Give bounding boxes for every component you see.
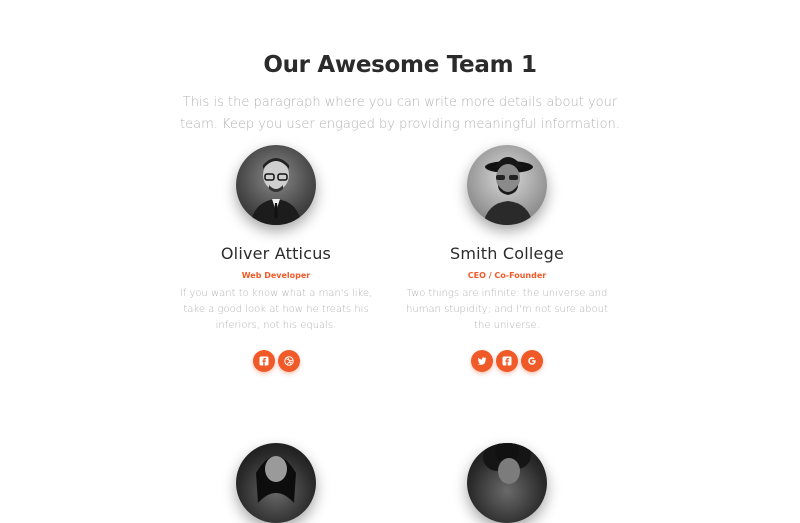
team-member-card: Oliver Atticus Web Developer If you want… <box>156 145 396 372</box>
social-links <box>387 350 627 372</box>
avatar <box>467 145 547 225</box>
avatar <box>467 443 547 523</box>
facebook-icon <box>502 356 512 366</box>
google-icon <box>528 357 536 365</box>
member-name: Smith College <box>450 244 564 263</box>
section-title: Our Awesome Team 1 <box>263 52 537 79</box>
member-bio: Two things are infinite: the universe an… <box>406 288 608 331</box>
facebook-button[interactable] <box>496 350 518 372</box>
team-member-card: Smith College CEO / Co-Founder Two thing… <box>387 145 627 372</box>
dribbble-button[interactable] <box>277 350 300 372</box>
facebook-icon <box>259 356 268 366</box>
avatar <box>236 443 316 523</box>
member-bio: If you want to know what a man's like, t… <box>179 288 373 331</box>
twitter-button[interactable] <box>471 350 493 372</box>
dribbble-icon <box>283 356 294 366</box>
member-role: CEO / Co-Founder <box>467 271 547 280</box>
member-name: Oliver Atticus <box>220 244 332 263</box>
section-description: This is the paragraph where you can writ… <box>180 95 620 132</box>
facebook-button[interactable] <box>252 350 275 372</box>
member-role: Web Developer <box>241 271 311 280</box>
twitter-icon <box>477 357 487 365</box>
social-links <box>156 350 396 372</box>
google-button[interactable] <box>521 350 543 372</box>
avatar <box>236 145 316 225</box>
